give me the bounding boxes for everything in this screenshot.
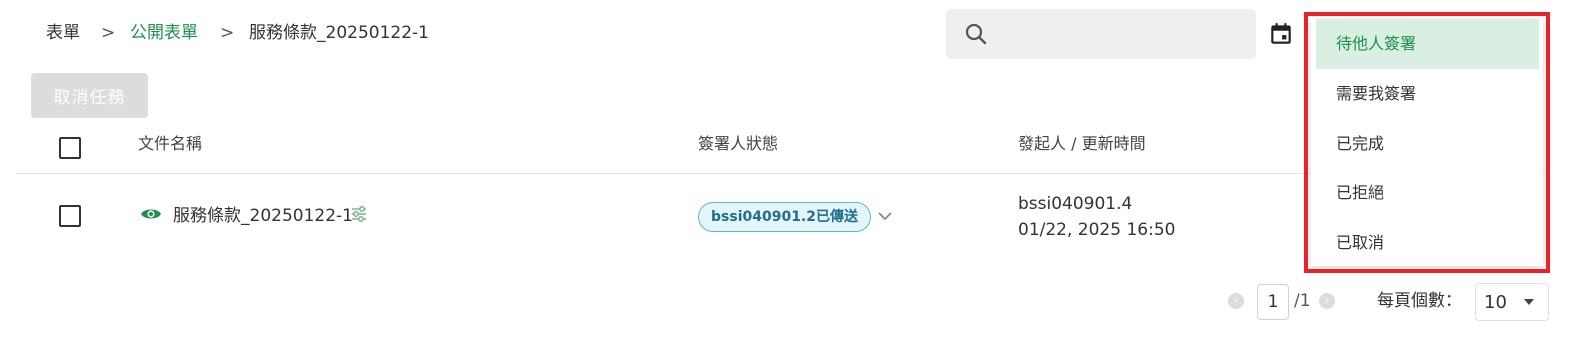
cancel-task-button[interactable]: 取消任務 [31, 73, 148, 118]
per-page-label: 每頁個數： [1377, 291, 1462, 311]
chevron-down-icon[interactable] [877, 210, 893, 222]
chevron-right-icon[interactable]: › [1319, 293, 1335, 309]
eye-icon[interactable] [140, 206, 162, 222]
per-page-value: 10 [1484, 292, 1507, 313]
breadcrumb-separator: > [220, 23, 235, 43]
signer-status-badge: bssi040901.2已傳送 [698, 202, 871, 232]
page-total: /1 [1294, 291, 1311, 311]
search-box[interactable] [946, 9, 1256, 59]
search-input[interactable] [998, 17, 1243, 51]
column-header-signer-status[interactable]: 簽署人狀態 [698, 133, 778, 155]
file-name[interactable]: 服務條款_20250122-1 [173, 205, 353, 227]
select-all-checkbox[interactable] [59, 137, 81, 159]
breadcrumb-item-current: 服務條款_20250122-1 [249, 23, 429, 43]
caret-down-icon [1524, 299, 1534, 305]
page-number-input[interactable]: 1 [1257, 284, 1289, 320]
calendar-icon[interactable] [1268, 21, 1294, 47]
column-header-file-name[interactable]: 文件名稱 [138, 133, 202, 155]
per-page-select[interactable]: 10 [1475, 283, 1549, 321]
breadcrumb-separator: > [101, 23, 116, 43]
row-checkbox[interactable] [59, 205, 81, 227]
menu-highlight-frame [1304, 12, 1550, 273]
flow-icon[interactable] [350, 205, 368, 223]
search-icon [965, 23, 987, 45]
chevron-left-icon[interactable]: ‹ [1228, 293, 1244, 309]
column-header-sender-updated[interactable]: 發起人 / 更新時間 [1018, 133, 1146, 155]
sender-name: bssi040901.4 [1018, 194, 1133, 214]
breadcrumb-item-public-forms[interactable]: 公開表單 [130, 21, 198, 45]
updated-time: 01/22, 2025 16:50 [1018, 220, 1176, 240]
breadcrumb-item-forms[interactable]: 表單 [46, 21, 80, 45]
